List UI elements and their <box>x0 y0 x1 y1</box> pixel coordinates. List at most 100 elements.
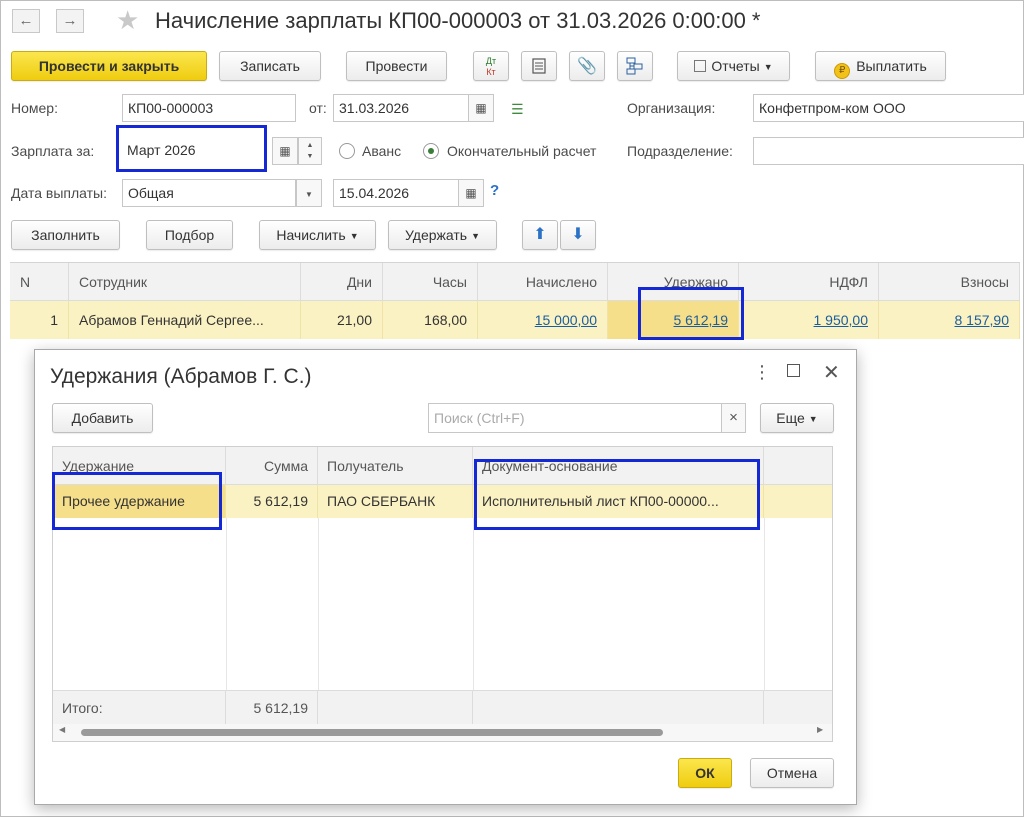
column-header[interactable]: Сотрудник <box>69 263 301 301</box>
column-header-empty <box>764 447 832 485</box>
deduct-button[interactable]: Удержать ▼ <box>388 220 497 250</box>
scrollbar-thumb[interactable] <box>81 729 663 736</box>
cancel-button[interactable]: Отмена <box>750 758 834 788</box>
annotation-highlight-basis <box>474 459 760 530</box>
maximize-icon[interactable] <box>787 364 800 377</box>
search-input[interactable]: Поиск (Ctrl+F) <box>428 403 722 433</box>
final-payment-radio[interactable] <box>423 143 439 159</box>
reports-button[interactable]: Отчеты ▼ <box>677 51 790 81</box>
list-icon <box>532 58 546 74</box>
calendar-button[interactable]: ▦ <box>468 94 494 122</box>
pay-date-calendar-button[interactable]: ▦ <box>458 179 484 207</box>
annotation-highlight-period <box>116 125 267 172</box>
arrow-up-icon: ⬆ <box>533 226 547 243</box>
pay-button[interactable]: ₽ Выплатить <box>815 51 946 81</box>
list-button[interactable] <box>521 51 557 81</box>
footer-cell <box>318 690 473 724</box>
post-and-close-button[interactable]: Провести и закрыть <box>11 51 207 81</box>
row-number: 1 <box>10 301 69 339</box>
days-cell[interactable]: 21,00 <box>301 301 383 339</box>
employee-cell[interactable]: Абрамов Геннадий Сергее... <box>69 301 301 339</box>
document-title: Начисление зарплаты КП00-000003 от 31.03… <box>155 8 761 33</box>
deductions-dialog: Удержания (Абрамов Г. С.) ⋮ ✕ Добавить П… <box>34 349 857 805</box>
post-button[interactable]: Провести <box>346 51 447 81</box>
horizontal-scrollbar[interactable]: ◀ ▶ <box>53 724 832 741</box>
column-header[interactable]: Часы <box>383 263 478 301</box>
close-icon[interactable]: ✕ <box>823 360 840 385</box>
list-check-icon[interactable]: ☰ <box>511 101 524 118</box>
clear-search-button[interactable]: × <box>721 403 746 433</box>
accrued-link[interactable]: 15 000,00 <box>535 312 597 328</box>
more-label: Еще <box>776 410 805 426</box>
column-header[interactable]: N <box>10 263 69 301</box>
pay-date-label: Дата выплаты: <box>11 185 107 201</box>
reports-label: Отчеты <box>711 58 760 74</box>
accrue-label: Начислить <box>276 227 346 243</box>
amount-cell[interactable]: 5 612,19 <box>226 485 318 518</box>
pay-type-select[interactable]: Общая <box>122 179 296 207</box>
column-header[interactable]: Начислено <box>478 263 608 301</box>
column-header[interactable]: Взносы <box>879 263 1020 301</box>
dt-kt-button[interactable]: Дт Кт <box>473 51 509 81</box>
column-divider <box>226 518 227 690</box>
accrue-button[interactable]: Начислить ▼ <box>259 220 376 250</box>
total-label: Итого: <box>53 690 226 724</box>
accrued-cell[interactable]: 15 000,00 <box>478 301 608 339</box>
fill-button[interactable]: Заполнить <box>11 220 120 250</box>
period-calendar-button[interactable]: ▦ <box>272 137 298 165</box>
contributions-link[interactable]: 8 157,90 <box>955 312 1010 328</box>
footer-cell <box>473 690 764 724</box>
more-button[interactable]: Еще ▼ <box>760 403 834 433</box>
help-icon[interactable]: ? <box>490 182 499 199</box>
add-button[interactable]: Добавить <box>52 403 153 433</box>
recipient-cell[interactable]: ПАО СБЕРБАНК <box>318 485 473 518</box>
ndfl-link[interactable]: 1 950,00 <box>814 312 869 328</box>
pick-button[interactable]: Подбор <box>146 220 233 250</box>
calendar-icon: ▦ <box>279 144 291 158</box>
ok-button[interactable]: ОК <box>678 758 732 788</box>
save-button[interactable]: Записать <box>219 51 321 81</box>
column-header[interactable]: Получатель <box>318 447 473 485</box>
deduct-label: Удержать <box>404 227 468 243</box>
arrow-down-icon: ⬇ <box>571 226 585 243</box>
organization-field[interactable]: Конфетпром-ком ООО <box>753 94 1024 122</box>
division-label: Подразделение: <box>627 143 733 159</box>
column-header[interactable]: НДФЛ <box>739 263 879 301</box>
advance-radio[interactable] <box>339 143 355 159</box>
back-button[interactable]: ← <box>12 9 40 33</box>
column-header[interactable]: Дни <box>301 263 383 301</box>
salary-for-label: Зарплата за: <box>11 143 95 159</box>
pay-date-field[interactable]: 15.04.2026 <box>333 179 469 207</box>
division-field[interactable] <box>753 137 1024 165</box>
attach-button[interactable]: 📎 <box>569 51 605 81</box>
hours-cell[interactable]: 168,00 <box>383 301 478 339</box>
column-divider <box>764 518 765 690</box>
chevron-down-icon: ▼ <box>306 153 314 160</box>
favorite-star-icon[interactable]: ★ <box>116 5 139 36</box>
chevron-down-icon: ▼ <box>349 231 359 242</box>
number-label: Номер: <box>11 100 58 116</box>
ndfl-cell[interactable]: 1 950,00 <box>739 301 879 339</box>
annotation-highlight-deduction <box>52 472 222 530</box>
scroll-right-icon[interactable]: ▶ <box>817 725 823 734</box>
move-down-button[interactable]: ⬇ <box>560 220 596 250</box>
column-header[interactable]: Сумма <box>226 447 318 485</box>
structure-button[interactable] <box>617 51 653 81</box>
scroll-left-icon[interactable]: ◀ <box>59 725 65 734</box>
chevron-down-icon: ▼ <box>305 190 313 199</box>
forward-button[interactable]: → <box>56 9 84 33</box>
clear-icon: × <box>729 409 738 426</box>
chevron-down-icon: ▼ <box>763 62 773 73</box>
structure-icon <box>626 57 643 75</box>
move-up-button[interactable]: ⬆ <box>522 220 558 250</box>
contributions-cell[interactable]: 8 157,90 <box>879 301 1020 339</box>
more-options-icon[interactable]: ⋮ <box>753 362 771 383</box>
dt-kt-icon: Дт Кт <box>485 56 497 77</box>
pay-type-dropdown[interactable]: ▼ <box>296 179 322 207</box>
calendar-icon: ▦ <box>475 101 487 115</box>
number-field[interactable]: КП00-000003 <box>122 94 296 122</box>
chevron-down-icon: ▼ <box>808 414 818 425</box>
total-value: 5 612,19 <box>226 690 318 724</box>
period-stepper[interactable]: ▲ ▼ <box>298 137 322 165</box>
date-field[interactable]: 31.03.2026 <box>333 94 469 122</box>
